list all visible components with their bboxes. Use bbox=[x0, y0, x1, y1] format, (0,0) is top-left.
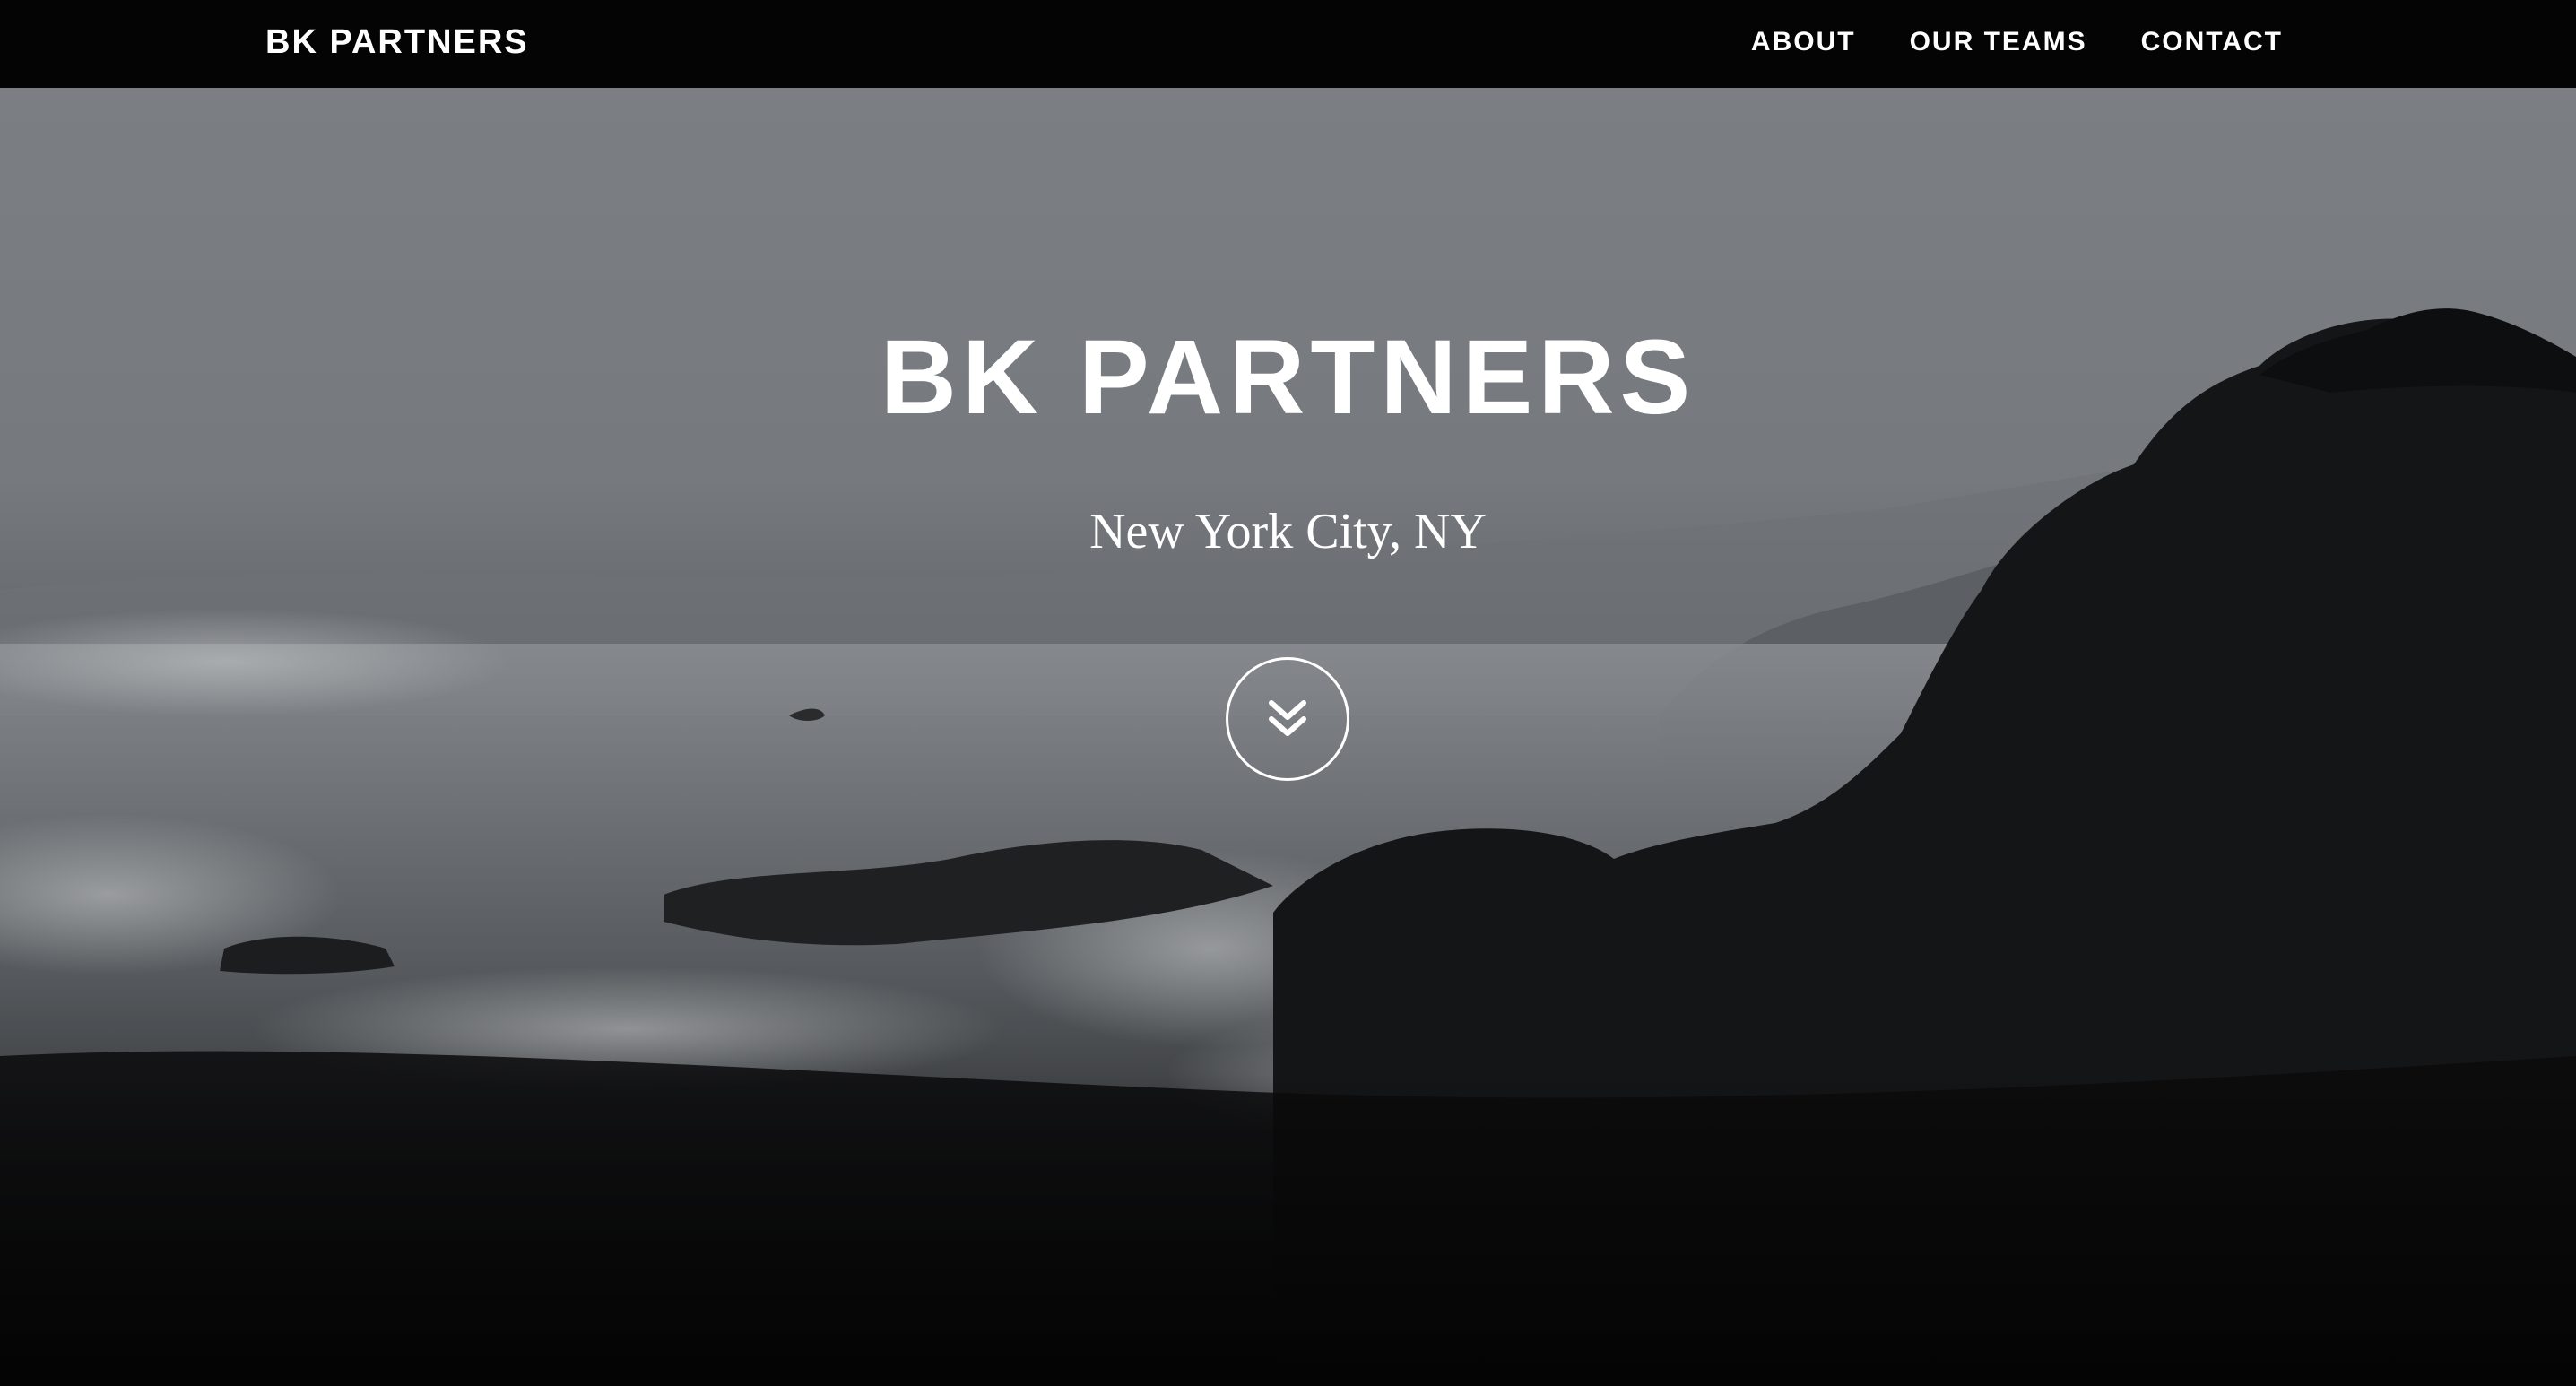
hero-subtitle: New York City, NY bbox=[1089, 504, 1487, 559]
nav-link-contact[interactable]: CONTACT bbox=[2141, 20, 2283, 65]
scroll-down-button[interactable] bbox=[1226, 657, 1349, 781]
nav-menu: ABOUT OUR TEAMS CONTACT bbox=[1751, 20, 2283, 65]
nav-link-about[interactable]: ABOUT bbox=[1751, 20, 1856, 65]
hero-section: BK PARTNERS New York City, NY bbox=[0, 88, 2576, 1386]
top-navbar: BK PARTNERS ABOUT OUR TEAMS CONTACT bbox=[0, 0, 2576, 88]
nav-link-our-teams[interactable]: OUR TEAMS bbox=[1910, 20, 2087, 65]
double-chevron-down-icon bbox=[1269, 700, 1306, 736]
brand-logo-link[interactable]: BK PARTNERS bbox=[265, 20, 529, 65]
hero-title: BK PARTNERS bbox=[880, 318, 1696, 437]
